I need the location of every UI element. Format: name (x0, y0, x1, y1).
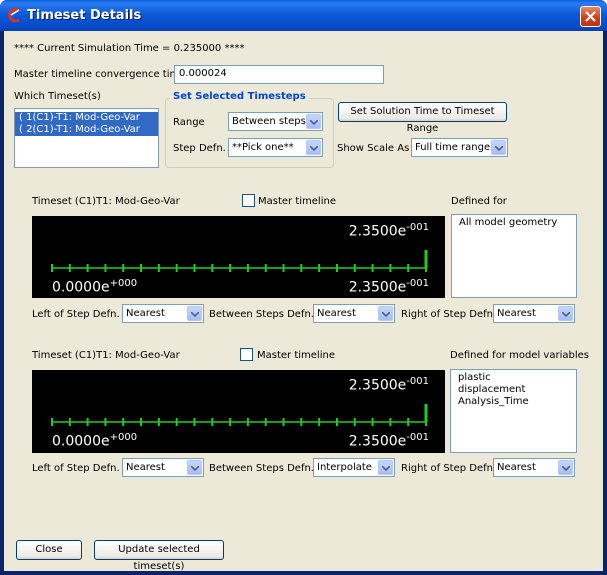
defined-for-item[interactable]: plastic (454, 372, 573, 384)
dialog-body: **** Current Simulation Time = 0.235000 … (4, 31, 603, 572)
right-of-step-value: Nearest (497, 308, 536, 319)
chevron-down-icon[interactable] (187, 460, 202, 475)
range-select[interactable]: Between steps (228, 112, 323, 131)
right-of-step-value: Nearest (497, 462, 536, 473)
left-of-step-value: Nearest (126, 462, 165, 473)
set-selected-timesteps-title: Set Selected Timesteps (170, 91, 309, 102)
which-timeset-label: Which Timeset(s) (14, 91, 101, 102)
show-scale-label: Show Scale As (337, 143, 410, 154)
left-of-step-select[interactable]: Nearest (122, 304, 204, 323)
window-close-button[interactable] (580, 6, 601, 27)
left-of-step-select[interactable]: Nearest (122, 458, 204, 477)
master-timeline-label: Master timeline (257, 350, 335, 361)
left-of-step-label: Left of Step Defn. (32, 463, 120, 474)
between-steps-label: Between Steps Defn. (209, 309, 314, 320)
range-label: Range (173, 117, 205, 128)
chevron-down-icon[interactable] (378, 306, 393, 321)
convergence-label: Master timeline convergence time (14, 69, 186, 80)
timeset-details-window: Timeset Details **** Current Simulation … (0, 0, 607, 575)
master-timeline-label: Master timeline (258, 196, 336, 207)
defined-for-label: Defined for (451, 196, 507, 207)
timeline-end-value: 2.3500e-001 (348, 432, 429, 450)
between-steps-select[interactable]: Nearest (313, 304, 395, 323)
defined-for-item[interactable]: Analysis_Time (454, 396, 573, 408)
step-defn-label: Step Defn. (173, 143, 226, 154)
defined-for-list[interactable]: All model geometry (451, 214, 577, 298)
right-of-step-select[interactable]: Nearest (493, 458, 575, 477)
chevron-down-icon[interactable] (306, 114, 321, 129)
right-of-step-select[interactable]: Nearest (493, 304, 575, 323)
left-of-step-label: Left of Step Defn. (32, 309, 120, 320)
set-solution-time-button[interactable]: Set Solution Time to Timeset Range (338, 102, 507, 134)
step-defn-select[interactable]: **Pick one** (228, 138, 323, 157)
between-steps-value: Nearest (317, 308, 356, 319)
convergence-input[interactable]: 0.000024 (174, 65, 384, 84)
right-of-step-label: Right of Step Defn (401, 463, 493, 474)
set-selected-timesteps-group (165, 98, 334, 168)
window-title: Timeset Details (27, 8, 142, 23)
between-steps-value: Interpolate (317, 462, 372, 473)
chevron-down-icon[interactable] (491, 140, 506, 155)
timeline-end-value: 2.3500e-001 (348, 278, 429, 296)
chevron-down-icon[interactable] (558, 306, 573, 321)
timeline-start-value: 0.0000e+000 (52, 278, 138, 296)
app-logo-icon (7, 7, 21, 23)
between-steps-label: Between Steps Defn. (209, 463, 314, 474)
defined-for-list[interactable]: plastic displacement Analysis_Time (450, 369, 577, 453)
timeset-list-item[interactable]: ( 1(C1)-T1: Mod-Geo-Var (15, 112, 158, 124)
close-icon (585, 11, 596, 22)
timeline-panel[interactable]: 2.3500e-001 0.0000e+000 2.3500e-001 (32, 216, 445, 298)
update-timesets-button[interactable]: Update selected timeset(s) (94, 540, 224, 572)
simulation-time-text: **** Current Simulation Time = 0.235000 … (14, 43, 245, 54)
timeline-start-value: 0.0000e+000 (52, 432, 138, 450)
defined-for-item[interactable]: All model geometry (455, 217, 573, 229)
range-select-value: Between steps (232, 116, 306, 127)
chevron-down-icon[interactable] (306, 140, 321, 155)
show-scale-select[interactable]: Full time range (411, 138, 508, 157)
timeset-title: Timeset (C1)T1: Mod-Geo-Var (32, 196, 180, 207)
timeset-title: Timeset (C1)T1: Mod-Geo-Var (32, 350, 180, 361)
timeline-panel[interactable]: 2.3500e-001 0.0000e+000 2.3500e-001 (32, 370, 445, 453)
show-scale-select-value: Full time range (415, 142, 491, 153)
title-bar[interactable]: Timeset Details (0, 0, 607, 31)
chevron-down-icon[interactable] (378, 460, 393, 475)
close-button[interactable]: Close (16, 540, 82, 560)
defined-for-label: Defined for model variables (450, 350, 589, 361)
chevron-down-icon[interactable] (187, 306, 202, 321)
timeset-list-item[interactable]: ( 2(C1)-T1: Mod-Geo-Var (15, 124, 158, 136)
master-timeline-checkbox[interactable] (240, 348, 253, 361)
timeset-listbox[interactable]: ( 1(C1)-T1: Mod-Geo-Var ( 2(C1)-T1: Mod-… (14, 108, 159, 168)
step-defn-select-value: **Pick one** (232, 142, 294, 153)
chevron-down-icon[interactable] (558, 460, 573, 475)
right-of-step-label: Right of Step Defn (401, 309, 493, 320)
master-timeline-checkbox[interactable] (242, 194, 255, 207)
between-steps-select[interactable]: Interpolate (313, 458, 395, 477)
left-of-step-value: Nearest (126, 308, 165, 319)
defined-for-item[interactable]: displacement (454, 384, 573, 396)
